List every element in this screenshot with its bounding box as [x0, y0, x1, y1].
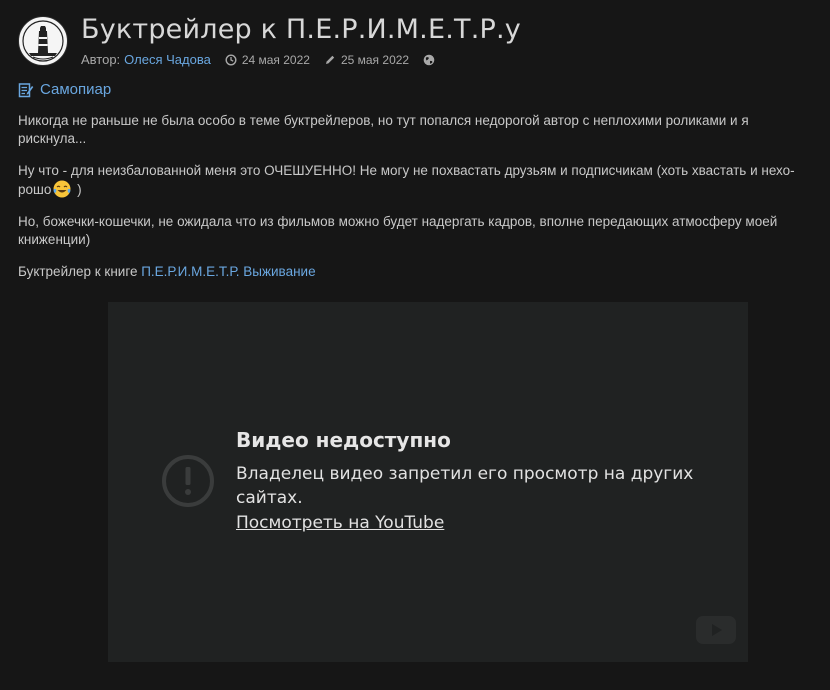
tears-of-joy-emoji-icon [53, 180, 71, 198]
youtube-logo-icon[interactable] [696, 616, 736, 644]
video-unavailable-title: Видео недоступно [236, 428, 451, 452]
exclamation-circle-icon [162, 455, 214, 507]
post-header: Буктрейлер к П.Е.Р.И.М.Е.Т.Р.у Автор: Ол… [18, 14, 812, 74]
author-link[interactable]: Олеся Чадова [124, 51, 211, 69]
lighthouse-logo-icon [20, 18, 66, 64]
paragraph-2: Ну что - для неизбалованной меня это ОЧЕ… [18, 162, 818, 199]
category-link[interactable]: Самопиар [18, 81, 111, 98]
post-meta: Автор: Олеся Чадова 24 мая 2022 25 мая 2… [81, 51, 440, 69]
globe-icon[interactable] [423, 54, 435, 66]
author-label: Автор: [81, 52, 121, 67]
paragraph-2-tail: ) [73, 182, 82, 197]
watch-on-youtube-link[interactable]: Посмотреть на YouTube [236, 511, 444, 535]
post-title: Буктрейлер к П.Е.Р.И.М.Е.Т.Р.у [81, 14, 521, 45]
paragraph-1: Никогда не раньше не была особо в теме б… [18, 113, 749, 146]
clock-icon [225, 54, 237, 66]
paragraph-4: Буктрейлер к книге П.Е.Р.И.М.Е.Т.Р. Выжи… [18, 263, 818, 281]
embedded-video[interactable]: Видео недоступно Владелец видео запретил… [108, 302, 748, 662]
author-avatar[interactable] [18, 16, 68, 66]
video-unavailable-message: Владелец видео запретил его просмотр на … [236, 464, 694, 508]
book-link[interactable]: П.Е.Р.И.М.Е.Т.Р. Выживание [141, 264, 315, 279]
post-content: Никогда не раньше не была особо в теме б… [18, 112, 818, 295]
created-date: 24 мая 2022 [241, 53, 310, 67]
paragraph-3: Но, божечки-кошечки, не ожидала что из ф… [18, 214, 778, 247]
category-label: Самопиар [40, 81, 112, 98]
edited-date: 25 мая 2022 [340, 53, 410, 67]
pencil-icon [325, 55, 335, 64]
paragraph-4-text: Буктрейлер к книге [18, 264, 142, 279]
note-icon [18, 82, 34, 97]
paragraph-2-text: Ну что - для неизбалованной меня это ОЧЕ… [18, 163, 795, 197]
